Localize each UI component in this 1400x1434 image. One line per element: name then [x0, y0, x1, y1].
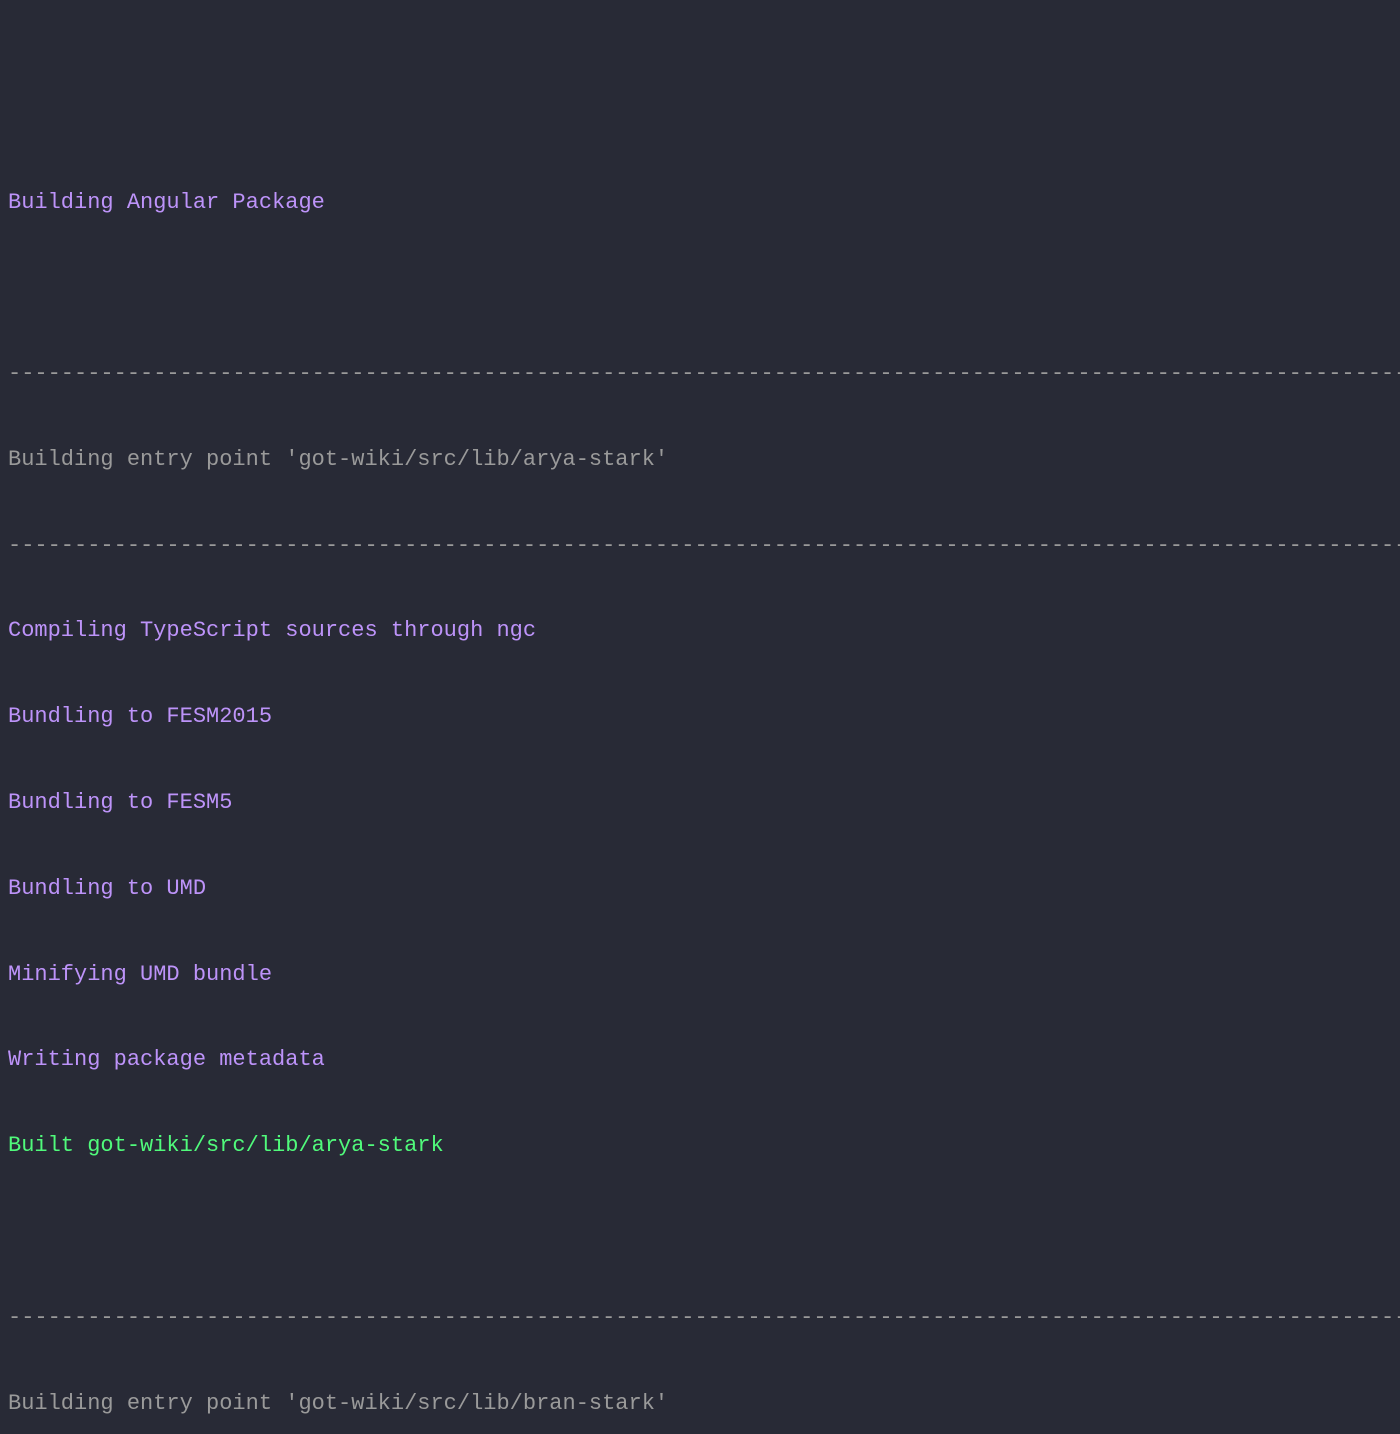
entry-point-header-2: Building entry point 'got-wiki/src/lib/b…	[8, 1383, 1392, 1426]
blank-line	[8, 1211, 1392, 1254]
step-fesm2015: Bundling to FESM2015	[8, 696, 1392, 739]
separator: ----------------------------------------…	[8, 525, 1392, 568]
step-compile: Compiling TypeScript sources through ngc	[8, 610, 1392, 653]
separator: ----------------------------------------…	[8, 1297, 1392, 1340]
built-message: Built got-wiki/src/lib/arya-stark	[8, 1125, 1392, 1168]
step-minify: Minifying UMD bundle	[8, 954, 1392, 997]
build-title: Building Angular Package	[8, 182, 1392, 225]
step-fesm5: Bundling to FESM5	[8, 782, 1392, 825]
blank-line	[8, 267, 1392, 310]
entry-point-header-1: Building entry point 'got-wiki/src/lib/a…	[8, 439, 1392, 482]
step-metadata: Writing package metadata	[8, 1039, 1392, 1082]
step-umd: Bundling to UMD	[8, 868, 1392, 911]
separator: ----------------------------------------…	[8, 353, 1392, 396]
